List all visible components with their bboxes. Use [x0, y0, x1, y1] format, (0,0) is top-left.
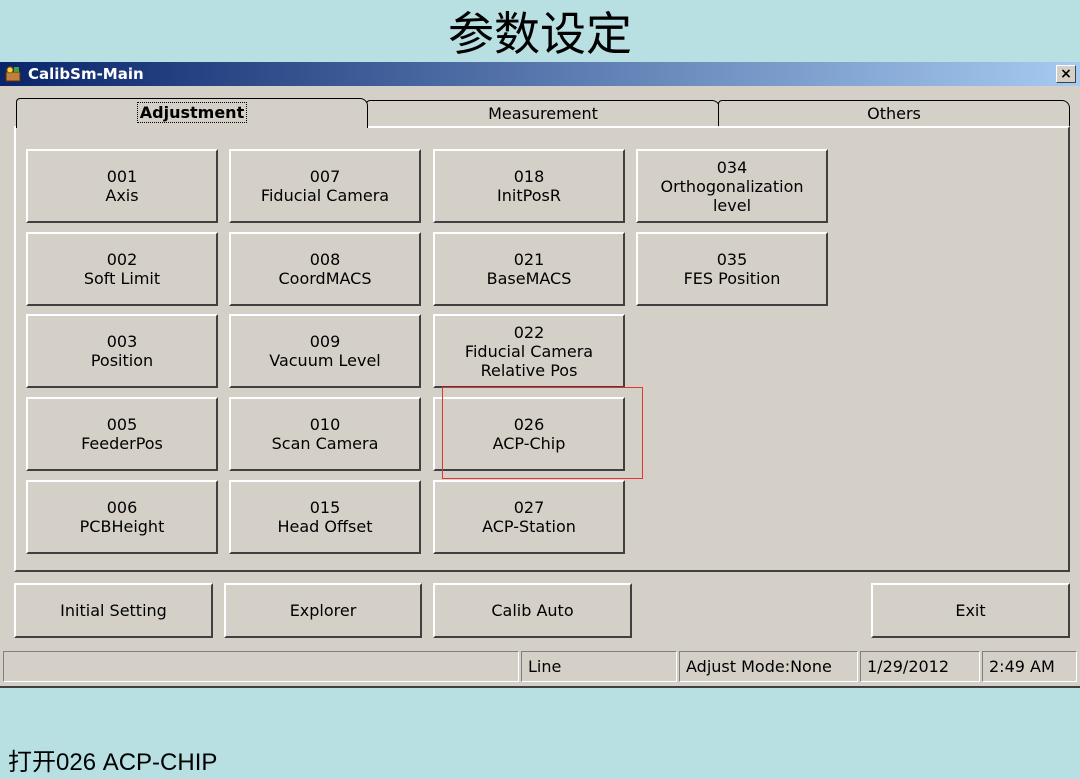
item-label: BaseMACS [486, 269, 572, 288]
item-code: 035 [716, 250, 748, 269]
adjust-item-022[interactable]: 022 Fiducial Camera Relative Pos [433, 314, 625, 388]
item-code: 015 [309, 498, 341, 517]
adjust-item-010[interactable]: 010 Scan Camera [229, 397, 421, 471]
item-label: PCBHeight [79, 517, 165, 536]
item-code: 009 [309, 332, 341, 351]
item-code: 010 [309, 415, 341, 434]
window-titlebar: CalibSm-Main × [0, 62, 1080, 86]
adjust-item-035[interactable]: 035 FES Position [636, 232, 828, 306]
adjust-item-018[interactable]: 018 InitPosR [433, 149, 625, 223]
status-field-empty [3, 651, 519, 682]
adjust-item-021[interactable]: 021 BaseMACS [433, 232, 625, 306]
item-code: 034 [716, 157, 748, 177]
item-code: 003 [106, 332, 138, 351]
tab-adjustment-label: Adjustment [136, 102, 248, 123]
adjust-item-015[interactable]: 015 Head Offset [229, 480, 421, 554]
item-label: Position [90, 351, 154, 370]
adjust-item-009[interactable]: 009 Vacuum Level [229, 314, 421, 388]
item-label: Orthogonalization level [660, 176, 804, 215]
adjust-item-027[interactable]: 027 ACP-Station [433, 480, 625, 554]
item-label: Soft Limit [83, 269, 161, 288]
item-code: 007 [309, 167, 341, 186]
app-icon [5, 66, 21, 82]
item-label: CoordMACS [278, 269, 372, 288]
adjust-item-008[interactable]: 008 CoordMACS [229, 232, 421, 306]
initial-setting-button[interactable]: Initial Setting [14, 583, 213, 638]
item-label: Fiducial Camera Relative Pos [464, 341, 594, 380]
adjust-item-003[interactable]: 003 Position [26, 314, 218, 388]
status-date: 1/29/2012 [860, 651, 980, 682]
status-mode: Adjust Mode:None [679, 651, 858, 682]
status-time: 2:49 AM [982, 651, 1077, 682]
adjust-item-001[interactable]: 001 Axis [26, 149, 218, 223]
item-code: 018 [513, 167, 545, 186]
calib-auto-button[interactable]: Calib Auto [433, 583, 632, 638]
tab-others[interactable]: Others [718, 100, 1070, 126]
item-label: Head Offset [277, 517, 373, 536]
item-code: 006 [106, 498, 138, 517]
item-code: 021 [513, 250, 545, 269]
item-code: 022 [513, 322, 545, 342]
slide-title: 参数设定 [448, 7, 632, 61]
exit-button[interactable]: Exit [871, 583, 1070, 638]
adjust-item-006[interactable]: 006 PCBHeight [26, 480, 218, 554]
item-code: 002 [106, 250, 138, 269]
explorer-button[interactable]: Explorer [224, 583, 422, 638]
tab-measurement[interactable]: Measurement [366, 100, 720, 126]
adjust-item-005[interactable]: 005 FeederPos [26, 397, 218, 471]
item-code: 001 [106, 167, 138, 186]
selection-highlight [442, 387, 643, 479]
adjust-item-002[interactable]: 002 Soft Limit [26, 232, 218, 306]
adjustment-panel: 001 Axis 007 Fiducial Camera 018 InitPosR 034 O… [14, 126, 1070, 572]
item-label: FES Position [683, 269, 781, 288]
adjust-item-034[interactable]: 034 Orthogonalization level [636, 149, 828, 223]
item-code: 027 [513, 498, 545, 517]
item-label: ACP-Station [482, 517, 576, 536]
close-button[interactable]: × [1056, 65, 1076, 83]
window-title: CalibSm-Main [28, 65, 144, 83]
item-label: Fiducial Camera [260, 186, 390, 205]
item-label: Axis [105, 186, 139, 205]
item-code: 005 [106, 415, 138, 434]
item-label: FeederPos [81, 434, 163, 453]
main-window: CalibSm-Main × Adjustment Measurement Ot… [0, 62, 1080, 688]
slide-caption: 打开026 ACP-CHIP [8, 749, 218, 776]
adjust-item-007[interactable]: 007 Fiducial Camera [229, 149, 421, 223]
item-code: 008 [309, 250, 341, 269]
tab-adjustment[interactable]: Adjustment [16, 98, 368, 128]
item-label: InitPosR [497, 186, 561, 205]
status-line: Line [521, 651, 677, 682]
item-label: Vacuum Level [269, 351, 381, 370]
item-label: Scan Camera [271, 434, 379, 453]
